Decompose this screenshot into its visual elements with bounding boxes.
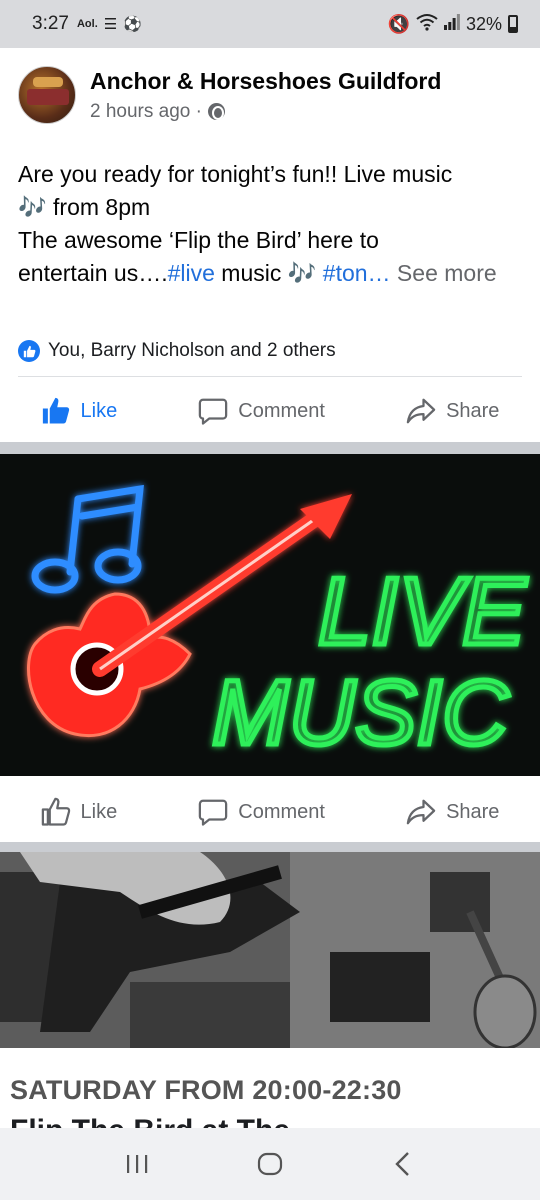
comment-icon bbox=[199, 398, 228, 425]
back-button[interactable] bbox=[383, 1144, 423, 1184]
comment-button[interactable]: Comment bbox=[198, 797, 325, 827]
battery-text: 32% bbox=[465, 13, 502, 34]
post-header-text: Anchor & Horseshoes Guildford 2 hours ag… bbox=[90, 68, 441, 123]
share-label: Share bbox=[446, 399, 500, 422]
post-text-segment: entertain us…. bbox=[18, 260, 168, 286]
reactions-text: You, Barry Nicholson and 2 others bbox=[48, 340, 336, 361]
neon-live-music-image[interactable]: LIVE MUSIC bbox=[0, 454, 540, 776]
feed-separator bbox=[0, 442, 540, 454]
home-icon bbox=[257, 1152, 283, 1176]
post-text-segment: music 🎶 bbox=[214, 260, 323, 286]
feed-separator bbox=[0, 842, 540, 852]
thumbs-up-icon bbox=[41, 797, 70, 826]
post-text-line: entertain us….#live music 🎶 #ton… See mo… bbox=[18, 257, 528, 290]
like-reaction-icon bbox=[18, 340, 40, 362]
status-right: 🔇 32% bbox=[388, 13, 518, 36]
aol-icon: Aol. bbox=[76, 18, 98, 30]
reactions-summary[interactable]: You, Barry Nicholson and 2 others bbox=[18, 340, 336, 362]
home-button[interactable] bbox=[250, 1144, 290, 1184]
see-more-link[interactable]: See more bbox=[391, 260, 497, 286]
page-name[interactable]: Anchor & Horseshoes Guildford bbox=[90, 68, 441, 95]
recent-apps-icon bbox=[126, 1155, 147, 1173]
share-icon bbox=[406, 398, 436, 424]
status-time: 3:27 bbox=[32, 13, 69, 34]
post-action-bar: Like Comment Share bbox=[0, 383, 540, 439]
comment-label: Comment bbox=[238, 399, 325, 422]
share-label: Share bbox=[446, 800, 500, 823]
post-text: Are you ready for tonight’s fun!! Live m… bbox=[18, 158, 528, 290]
comment-button[interactable]: Comment bbox=[198, 396, 325, 426]
divider bbox=[18, 376, 522, 377]
page-avatar[interactable] bbox=[18, 66, 76, 124]
share-button[interactable]: Share bbox=[406, 396, 499, 426]
comment-icon bbox=[199, 799, 228, 826]
hashtag-live-link[interactable]: #live bbox=[168, 260, 215, 286]
post-time[interactable]: 2 hours ago · bbox=[90, 101, 202, 123]
mute-icon: 🔇 bbox=[387, 13, 410, 34]
globe-icon bbox=[207, 103, 225, 120]
image-action-bar: Like Comment Share bbox=[0, 784, 540, 840]
neon-text-live: LIVE bbox=[318, 558, 527, 665]
recent-apps-button[interactable] bbox=[117, 1144, 157, 1184]
like-label: Like bbox=[80, 800, 118, 823]
neon-text-music: MUSIC bbox=[212, 662, 509, 764]
comment-label: Comment bbox=[238, 800, 325, 823]
signal-icon bbox=[443, 13, 460, 35]
back-icon bbox=[395, 1152, 410, 1176]
post-text-line: Are you ready for tonight’s fun!! Live m… bbox=[18, 161, 453, 187]
post-meta: 2 hours ago · bbox=[90, 101, 441, 123]
like-button[interactable]: Like bbox=[41, 797, 118, 827]
like-label: Like bbox=[80, 399, 118, 422]
hashtag-ton-link[interactable]: #ton… bbox=[323, 260, 391, 286]
post-text-line: 🎶 from 8pm bbox=[18, 194, 151, 220]
thumbs-up-icon bbox=[42, 397, 69, 424]
status-bar: 3:27 Aol. ☰ ⚽ 🔇 32% bbox=[0, 0, 540, 48]
event-heading: SATURDAY FROM 20:00-22:30 bbox=[10, 1075, 402, 1105]
wifi-icon bbox=[416, 13, 438, 36]
battery-icon bbox=[508, 15, 518, 33]
band-photo-image[interactable] bbox=[0, 852, 540, 1048]
share-icon bbox=[406, 799, 436, 825]
post-header: Anchor & Horseshoes Guildford 2 hours ag… bbox=[18, 66, 441, 124]
like-button[interactable]: Like bbox=[41, 396, 118, 426]
notification-icon: ☰ bbox=[103, 16, 118, 33]
post-text-line: The awesome ‘Flip the Bird’ here to bbox=[18, 227, 379, 253]
soccer-ball-icon: ⚽ bbox=[123, 16, 142, 33]
system-nav-bar bbox=[0, 1128, 540, 1200]
share-button[interactable]: Share bbox=[406, 797, 499, 827]
